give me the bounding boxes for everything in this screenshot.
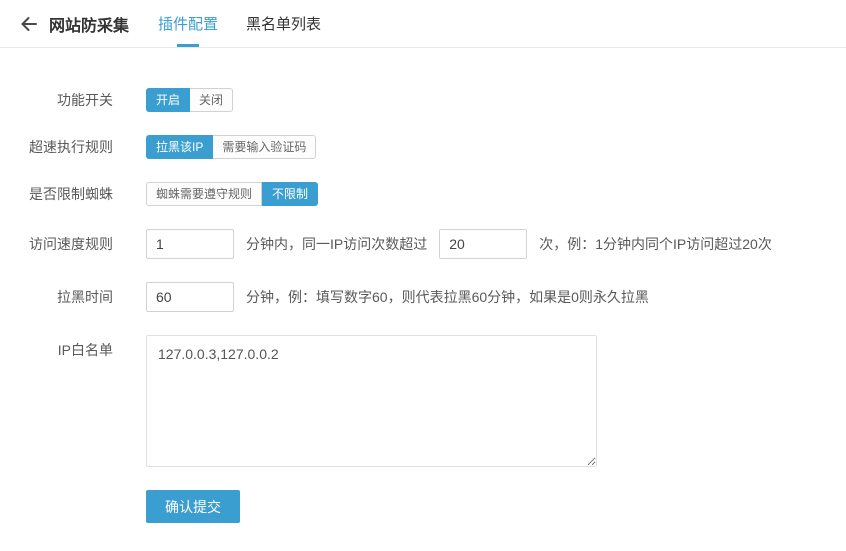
spider-limit-group: 蜘蛛需要遵守规则 不限制: [146, 182, 318, 206]
blacklist-ip-button[interactable]: 拉黑该IP: [146, 135, 213, 159]
require-captcha-button[interactable]: 需要输入验证码: [213, 135, 316, 159]
visit-speed-middle-text: 分钟内，同一IP访问次数超过: [246, 234, 427, 254]
row-ip-whitelist: IP白名单 127.0.0.3,127.0.0.2: [0, 335, 846, 467]
blacklist-time-label: 拉黑时间: [0, 285, 113, 309]
ip-whitelist-textarea[interactable]: 127.0.0.3,127.0.0.2: [146, 335, 597, 467]
blacklist-minutes-input[interactable]: [146, 282, 234, 312]
row-spider-limit: 是否限制蜘蛛 蜘蛛需要遵守规则 不限制: [0, 182, 846, 206]
page-title: 网站防采集: [49, 12, 129, 36]
visit-speed-example-text: 次，例：1分钟内同个IP访问超过20次: [539, 234, 772, 254]
minutes-input[interactable]: [146, 229, 234, 259]
row-visit-speed-rule: 访问速度规则 分钟内，同一IP访问次数超过 次，例：1分钟内同个IP访问超过20…: [0, 229, 846, 259]
overspeed-rule-label: 超速执行规则: [0, 135, 113, 159]
function-switch-group: 开启 关闭: [146, 88, 233, 112]
confirm-submit-button[interactable]: 确认提交: [146, 490, 240, 523]
function-switch-label: 功能开关: [0, 88, 113, 112]
overspeed-rule-group: 拉黑该IP 需要输入验证码: [146, 135, 316, 159]
visit-times-input[interactable]: [439, 229, 527, 259]
page-header: 网站防采集 插件配置 黑名单列表: [0, 0, 846, 48]
tab-blacklist-label: 黑名单列表: [246, 13, 321, 34]
back-icon[interactable]: [18, 13, 40, 35]
tab-plugin-config[interactable]: 插件配置: [158, 0, 218, 47]
tab-blacklist[interactable]: 黑名单列表: [246, 0, 321, 47]
row-function-switch: 功能开关 开启 关闭: [0, 88, 846, 112]
spider-unlimited-button[interactable]: 不限制: [262, 182, 318, 206]
spider-limit-label: 是否限制蜘蛛: [0, 182, 113, 206]
spider-obey-rules-button[interactable]: 蜘蛛需要遵守规则: [146, 182, 262, 206]
submit-row: 确认提交: [146, 490, 846, 523]
plugin-config-form: 功能开关 开启 关闭 超速执行规则 拉黑该IP 需要输入验证码 是否限制蜘蛛 蜘…: [0, 48, 846, 523]
row-blacklist-time: 拉黑时间 分钟，例：填写数字60，则代表拉黑60分钟，如果是0则永久拉黑: [0, 282, 846, 312]
ip-whitelist-label: IP白名单: [0, 335, 113, 358]
tab-plugin-config-label: 插件配置: [158, 13, 218, 34]
blacklist-time-example-text: 分钟，例：填写数字60，则代表拉黑60分钟，如果是0则永久拉黑: [246, 287, 649, 307]
tab-bar: 插件配置 黑名单列表: [158, 0, 349, 47]
switch-on-button[interactable]: 开启: [146, 88, 190, 112]
switch-off-button[interactable]: 关闭: [190, 88, 233, 112]
row-overspeed-rule: 超速执行规则 拉黑该IP 需要输入验证码: [0, 135, 846, 159]
visit-speed-rule-label: 访问速度规则: [0, 232, 113, 256]
